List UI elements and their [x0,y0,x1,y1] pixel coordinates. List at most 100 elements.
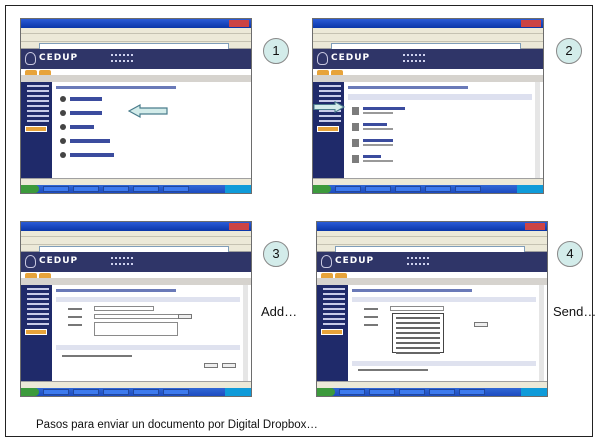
step-number-badge: 4 [557,241,583,267]
status-bar [21,381,251,388]
app-logo: CEDUP [39,256,79,266]
file-field[interactable] [94,314,190,319]
file-row[interactable] [352,138,412,151]
banner-decoration [111,54,133,62]
window-controls[interactable] [229,20,249,27]
step-side-label: Send… [553,304,597,319]
window-titlebar [317,222,547,231]
field-label [68,316,82,318]
course-sidebar[interactable] [21,285,52,381]
address-bar[interactable] [313,42,543,50]
status-bar [313,178,543,185]
dropbox-action-bar[interactable] [348,94,532,100]
file-information-section [352,297,536,302]
left-arrow-highlight-icon [128,104,168,118]
comments-field[interactable] [94,322,178,336]
scrollbar[interactable] [243,285,248,381]
field-label [364,324,378,326]
calendar-icon [60,96,66,102]
taskbar[interactable] [21,388,251,396]
screenshot-step-3: CEDUP [20,221,252,397]
address-bar[interactable] [21,245,251,253]
app-banner: CEDUP [21,252,251,272]
cancel-button[interactable] [204,363,218,368]
breadcrumb[interactable] [348,86,468,89]
breadcrumb[interactable] [352,289,472,292]
field-label [364,316,378,318]
submit-section [352,361,536,366]
banner-decoration [111,257,133,265]
browse-button[interactable] [178,314,192,319]
logo-icon [25,52,36,65]
file-icon [352,107,359,115]
window-titlebar [21,19,251,28]
app-banner: CEDUP [21,49,251,69]
name-field[interactable] [94,306,154,311]
file-row[interactable] [352,106,412,119]
window-titlebar [313,19,543,28]
step-side-label: Add… [261,304,298,319]
window-titlebar [21,222,251,231]
taskbar[interactable] [317,388,547,396]
step-number-badge: 2 [556,38,582,64]
file-row[interactable] [352,122,412,135]
app-body [317,285,547,381]
address-bar[interactable] [21,42,251,50]
course-sidebar[interactable] [21,82,52,178]
submit-hint [358,369,428,371]
file-information-section [56,297,240,302]
select-file-field[interactable] [390,306,444,311]
field-label [364,308,378,310]
taskbar[interactable] [21,185,251,193]
screenshot-step-1: CEDUP [20,18,252,194]
field-label [68,308,82,310]
window-controls[interactable] [521,20,541,27]
breadcrumb[interactable] [56,86,176,89]
course-sidebar[interactable] [317,285,348,381]
logo-icon [321,255,332,268]
user-icon [60,138,66,144]
course-tabs[interactable] [21,272,251,278]
window-controls[interactable] [525,223,545,230]
browse-button[interactable] [474,322,488,327]
slide-caption: Pasos para enviar un documento por Digit… [36,419,318,431]
screenshot-step-4: CEDUP [316,221,548,397]
file-icon [352,123,359,131]
course-tabs[interactable] [317,272,547,278]
toolbar[interactable] [317,237,547,245]
field-label [68,324,82,326]
course-sidebar[interactable] [313,82,344,178]
app-body [313,82,543,178]
app-logo: CEDUP [39,53,79,63]
course-tabs[interactable] [21,69,251,75]
banner-decoration [407,257,429,265]
dropbox-icon [60,110,66,116]
breadcrumb[interactable] [56,289,176,292]
toolbar[interactable] [21,34,251,42]
blackboard-icon [60,152,66,158]
app-banner: CEDUP [317,252,547,272]
file-select-dropdown[interactable] [392,313,444,354]
address-bar[interactable] [317,245,547,253]
app-logo: CEDUP [335,256,375,266]
slide: CEDUP 1 CEDUP 2 CEDUP 3 Add… CEDUP 4 Sen… [5,5,597,437]
file-row[interactable] [352,154,412,167]
file-icon [352,155,359,163]
content-area [54,82,248,178]
send-file-form [350,285,544,381]
scrollbar[interactable] [535,82,540,178]
toolbar[interactable] [21,237,251,245]
taskbar[interactable] [313,185,543,193]
status-bar [317,381,547,388]
submit-hint [62,355,132,357]
file-icon [352,139,359,147]
app-logo: CEDUP [331,53,371,63]
submit-button[interactable] [222,363,236,368]
window-controls[interactable] [229,223,249,230]
toolbar[interactable] [313,34,543,42]
course-tabs[interactable] [313,69,543,75]
grades-icon [60,124,66,130]
add-file-form [54,285,248,381]
submit-section [56,345,240,350]
scrollbar[interactable] [539,285,544,381]
